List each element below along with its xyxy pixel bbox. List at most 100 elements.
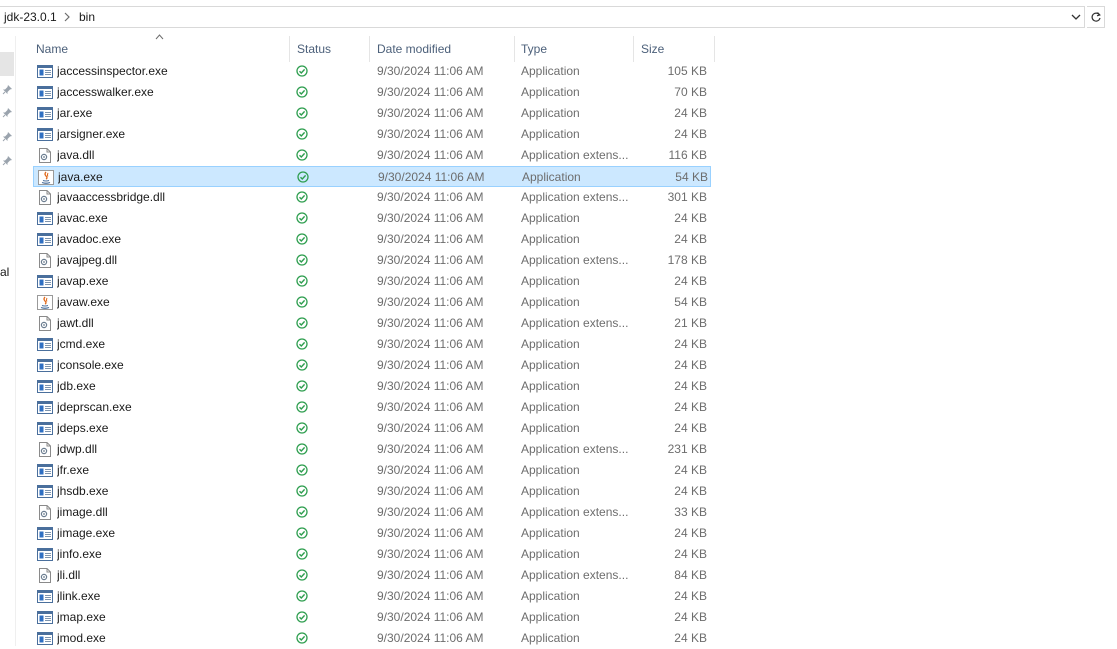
file-name[interactable]: jar.exe bbox=[57, 103, 287, 124]
file-name[interactable]: jaccessinspector.exe bbox=[57, 61, 287, 82]
file-name[interactable]: jfr.exe bbox=[57, 460, 287, 481]
file-row[interactable]: javac.exe 9/30/2024 11:06 AM Application 24… bbox=[33, 208, 711, 229]
column-divider[interactable] bbox=[633, 36, 634, 62]
file-name[interactable]: jdwp.dll bbox=[57, 439, 287, 460]
file-row[interactable]: javaw.exe 9/30/2024 11:06 AM Application 54… bbox=[33, 292, 711, 313]
file-type: Application bbox=[521, 400, 580, 414]
nav-item-label[interactable]: al bbox=[0, 265, 9, 279]
file-row[interactable]: jli.dll 9/30/2024 11:06 AM Application ext… bbox=[33, 565, 711, 586]
navigation-pane[interactable] bbox=[0, 36, 16, 646]
status-cell bbox=[296, 145, 310, 166]
file-size: 54 KB bbox=[674, 295, 707, 309]
status-cell bbox=[296, 103, 310, 124]
file-name[interactable]: javaw.exe bbox=[57, 292, 287, 313]
column-header-size[interactable]: Size bbox=[641, 36, 664, 62]
chevron-right-icon[interactable] bbox=[62, 11, 72, 23]
date-modified: 9/30/2024 11:06 AM bbox=[377, 358, 484, 372]
column-header-type[interactable]: Type bbox=[521, 36, 547, 62]
file-name[interactable]: jcmd.exe bbox=[57, 334, 287, 355]
file-row[interactable]: javap.exe 9/30/2024 11:06 AM Application 24… bbox=[33, 271, 711, 292]
file-row[interactable]: jdeps.exe 9/30/2024 11:06 AM Application 24… bbox=[33, 418, 711, 439]
file-name[interactable]: jimage.dll bbox=[57, 502, 287, 523]
file-name[interactable]: jlink.exe bbox=[57, 586, 287, 607]
exe-icon bbox=[37, 611, 53, 624]
file-row[interactable]: jaccessinspector.exe 9/30/2024 11:06 AM Ap… bbox=[33, 61, 711, 82]
exe-icon bbox=[37, 233, 53, 246]
file-row[interactable]: javadoc.exe 9/30/2024 11:06 AM Application… bbox=[33, 229, 711, 250]
file-name[interactable]: javajpeg.dll bbox=[57, 250, 287, 271]
file-row[interactable]: jcmd.exe 9/30/2024 11:06 AM Application 24 … bbox=[33, 334, 711, 355]
file-row[interactable]: jdwp.dll 9/30/2024 11:06 AM Application ex… bbox=[33, 439, 711, 460]
file-name[interactable]: jconsole.exe bbox=[57, 355, 287, 376]
column-divider[interactable] bbox=[514, 36, 515, 62]
date-modified: 9/30/2024 11:06 AM bbox=[377, 442, 484, 456]
file-row[interactable]: jhsdb.exe 9/30/2024 11:06 AM Application 24… bbox=[33, 481, 711, 502]
file-name[interactable]: java.dll bbox=[57, 145, 287, 166]
breadcrumb-bin[interactable]: bin bbox=[79, 10, 95, 24]
file-name[interactable]: jawt.dll bbox=[57, 313, 287, 334]
status-cell bbox=[296, 586, 310, 607]
file-row[interactable]: jfr.exe 9/30/2024 11:06 AM Application 24 K… bbox=[33, 460, 711, 481]
file-row[interactable]: java.exe 9/30/2024 11:06 AM Application 54 … bbox=[33, 166, 711, 187]
column-divider[interactable] bbox=[369, 36, 370, 62]
date-modified: 9/30/2024 11:06 AM bbox=[377, 526, 484, 540]
file-row[interactable]: jawt.dll 9/30/2024 11:06 AM Application ex… bbox=[33, 313, 711, 334]
file-name[interactable]: jhsdb.exe bbox=[57, 481, 287, 502]
file-name[interactable]: jimage.exe bbox=[57, 523, 287, 544]
file-size: 105 KB bbox=[667, 64, 707, 78]
file-row[interactable]: jimage.dll 9/30/2024 11:06 AM Application … bbox=[33, 502, 711, 523]
column-divider[interactable] bbox=[289, 36, 290, 62]
file-name[interactable]: jarsigner.exe bbox=[57, 124, 287, 145]
file-size: 24 KB bbox=[674, 127, 707, 141]
date-modified: 9/30/2024 11:06 AM bbox=[377, 610, 484, 624]
file-type: Application bbox=[521, 421, 580, 435]
file-row[interactable]: jlink.exe 9/30/2024 11:06 AM Application 24… bbox=[33, 586, 711, 607]
file-name[interactable]: jdb.exe bbox=[57, 376, 287, 397]
column-header-name[interactable]: Name bbox=[36, 36, 68, 62]
file-name[interactable]: jinfo.exe bbox=[57, 544, 287, 565]
file-row[interactable]: jdeprscan.exe 9/30/2024 11:06 AM Applicati… bbox=[33, 397, 711, 418]
file-name[interactable]: javac.exe bbox=[57, 208, 287, 229]
file-name[interactable]: jli.dll bbox=[57, 565, 287, 586]
breadcrumb-jdk[interactable]: jdk-23.0.1 bbox=[4, 10, 57, 24]
status-cell bbox=[296, 82, 310, 103]
file-name[interactable]: jdeprscan.exe bbox=[57, 397, 287, 418]
file-row[interactable]: jaccesswalker.exe 9/30/2024 11:06 AM Appli… bbox=[33, 82, 711, 103]
nav-selected-item[interactable] bbox=[0, 52, 14, 76]
file-name[interactable]: java.exe bbox=[58, 167, 288, 188]
chevron-down-icon[interactable] bbox=[1070, 11, 1082, 23]
file-name[interactable]: jaccesswalker.exe bbox=[57, 82, 287, 103]
file-name[interactable]: javaaccessbridge.dll bbox=[57, 187, 287, 208]
status-cell bbox=[296, 313, 310, 334]
file-size: 231 KB bbox=[667, 442, 707, 456]
file-row[interactable]: jconsole.exe 9/30/2024 11:06 AM Applicatio… bbox=[33, 355, 711, 376]
pin-icon bbox=[2, 156, 12, 166]
refresh-button[interactable] bbox=[1087, 6, 1105, 28]
file-row[interactable]: jmap.exe 9/30/2024 11:06 AM Application 24 … bbox=[33, 607, 711, 628]
date-modified: 9/30/2024 11:06 AM bbox=[377, 463, 484, 477]
file-name[interactable]: javap.exe bbox=[57, 271, 287, 292]
file-row[interactable]: jarsigner.exe 9/30/2024 11:06 AM Applicati… bbox=[33, 124, 711, 145]
file-size: 70 KB bbox=[674, 85, 707, 99]
file-row[interactable]: jinfo.exe 9/30/2024 11:06 AM Application 24… bbox=[33, 544, 711, 565]
exe-icon bbox=[37, 275, 53, 288]
exe-icon bbox=[37, 128, 53, 141]
status-cell bbox=[297, 167, 311, 188]
column-header-date-modified[interactable]: Date modified bbox=[377, 36, 451, 62]
status-cell bbox=[296, 61, 310, 82]
file-name[interactable]: javadoc.exe bbox=[57, 229, 287, 250]
file-row[interactable]: jar.exe 9/30/2024 11:06 AM Application 24 K… bbox=[33, 103, 711, 124]
column-divider[interactable] bbox=[714, 36, 715, 62]
file-name[interactable]: jmap.exe bbox=[57, 607, 287, 628]
file-row[interactable]: javajpeg.dll 9/30/2024 11:06 AM Applicatio… bbox=[33, 250, 711, 271]
file-row[interactable]: javaaccessbridge.dll 9/30/2024 11:06 AM Ap… bbox=[33, 187, 711, 208]
available-check-icon bbox=[296, 569, 308, 581]
date-modified: 9/30/2024 11:06 AM bbox=[377, 547, 484, 561]
file-name[interactable]: jdeps.exe bbox=[57, 418, 287, 439]
file-row[interactable]: java.dll 9/30/2024 11:06 AM Application ex… bbox=[33, 145, 711, 166]
column-header-status[interactable]: Status bbox=[297, 36, 331, 62]
address-bar[interactable]: jdk-23.0.1 bin bbox=[0, 6, 1085, 28]
file-row[interactable]: jdb.exe 9/30/2024 11:06 AM Application 24 K… bbox=[33, 376, 711, 397]
file-row[interactable]: jimage.exe 9/30/2024 11:06 AM Application 2… bbox=[33, 523, 711, 544]
status-cell bbox=[296, 250, 310, 271]
